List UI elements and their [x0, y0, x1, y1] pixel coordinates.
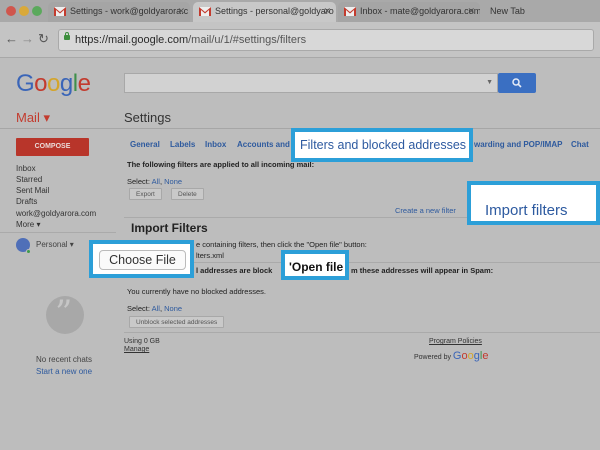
start-new-chat-link[interactable]: Start a new one [36, 367, 92, 376]
sidebar-item-drafts[interactable]: Drafts [16, 197, 37, 206]
tab-title: New Tab [490, 6, 525, 16]
tab-filters-and-blocked-addresses[interactable]: Filters and blocked addresses [291, 128, 473, 162]
gmail-icon [54, 7, 66, 16]
choose-file-button[interactable]: Choose File [99, 250, 186, 270]
select-none-link[interactable]: None [164, 177, 182, 186]
manage-storage-link[interactable]: Manage [124, 346, 149, 353]
hangouts-icon [46, 293, 84, 334]
open-file-callout: 'Open file [281, 250, 349, 280]
search-button[interactable] [498, 73, 536, 93]
forward-arrow-icon[interactable]: → [21, 31, 34, 46]
lock-icon [64, 32, 70, 40]
blocked-text-right: m these addresses will appear in Spam: [351, 266, 494, 275]
browser-tab-work[interactable]: Settings - work@goldyarora.c ✕ [48, 2, 190, 22]
google-logo-small: Google [452, 350, 489, 362]
tab-forwarding[interactable]: warding and POP/IMAP [474, 140, 562, 149]
no-blocked-text: You currently have no blocked addresses. [127, 287, 266, 296]
blocked-select-row: Select: All, None [127, 304, 183, 313]
minimize-window-button[interactable] [19, 6, 29, 16]
filters-applied-text: The following filters are applied to all… [127, 160, 315, 169]
compose-button[interactable]: COMPOSE [16, 138, 89, 156]
gmail-icon [199, 7, 211, 16]
tab-accounts[interactable]: Accounts and [237, 140, 290, 149]
select-all-link[interactable]: All [152, 304, 160, 313]
import-filters-link[interactable]: Import filters [467, 181, 600, 225]
blocked-text-left: l addresses are block [196, 266, 273, 275]
tab-title: Inbox - mate@goldyarora.com [360, 6, 480, 16]
program-policies-link[interactable]: Program Policies [429, 338, 482, 345]
sidebar-item-sent[interactable]: Sent Mail [16, 186, 49, 195]
browser-tab-inbox[interactable]: Inbox - mate@goldyarora.com ✕ [338, 2, 480, 22]
unblock-button[interactable]: Unblock selected addresses [129, 316, 225, 328]
search-icon [512, 78, 522, 88]
export-button[interactable]: Export [129, 188, 162, 200]
maximize-window-button[interactable] [32, 6, 42, 16]
storage-usage: Using 0 GB [124, 338, 160, 345]
close-tab-icon[interactable]: ✕ [323, 6, 331, 17]
choose-file-callout: Choose File [89, 240, 194, 278]
tab-general[interactable]: General [130, 140, 160, 149]
powered-by-google: Powered by Google [414, 350, 489, 362]
back-arrow-icon[interactable]: ← [5, 31, 18, 46]
page-title: Settings [124, 110, 171, 125]
tab-chat[interactable]: Chat [571, 140, 589, 149]
tab-title: Settings - personal@goldyaro [215, 6, 334, 16]
close-tab-icon[interactable]: ✕ [467, 6, 475, 17]
import-instructions: e containing filters, then click the "Op… [196, 240, 367, 249]
tab-inbox[interactable]: Inbox [205, 140, 226, 149]
browser-tab-new[interactable]: New Tab [482, 2, 542, 22]
close-tab-icon[interactable]: ✕ [177, 6, 185, 17]
sidebar-item-starred[interactable]: Starred [16, 175, 42, 184]
tab-labels[interactable]: Labels [170, 140, 195, 149]
section-divider [124, 262, 600, 263]
sidebar-item-work-label[interactable]: work@goldyarora.com [16, 209, 96, 218]
url-bar[interactable]: https://mail.google.com/mail/u/1/#settin… [58, 29, 594, 51]
section-divider [124, 332, 600, 333]
address-bar-row: ← → ↻ https://mail.google.com/mail/u/1/#… [0, 22, 600, 58]
sidebar-divider [0, 232, 116, 233]
sidebar-item-inbox[interactable]: Inbox [16, 164, 36, 173]
browser-tabstrip: Settings - work@goldyarora.c ✕ Settings … [0, 0, 600, 22]
selected-file-name: lters.xml [196, 251, 224, 260]
search-options-icon[interactable]: ▼ [486, 79, 493, 86]
create-filter-link[interactable]: Create a new filter [395, 206, 456, 215]
url-path: /mail/u/1/#settings/filters [188, 34, 307, 46]
tab-title: Settings - work@goldyarora.c [70, 6, 189, 16]
online-status-icon [26, 249, 31, 254]
google-logo[interactable]: Google [16, 70, 91, 98]
browser-tab-personal[interactable]: Settings - personal@goldyaro ✕ [193, 2, 336, 22]
gmail-icon [344, 7, 356, 16]
filters-select-row: Select: All, None [127, 177, 183, 186]
select-none-link[interactable]: None [164, 304, 182, 313]
sidebar-item-more[interactable]: More ▾ [16, 220, 40, 229]
select-all-link[interactable]: All [152, 177, 160, 186]
search-input[interactable]: ▼ [124, 73, 498, 93]
no-chats-text: No recent chats [36, 355, 93, 364]
url-host: https://mail.google.com [75, 34, 189, 46]
close-window-button[interactable] [6, 6, 16, 16]
mail-menu[interactable]: Mail ▾ [16, 110, 50, 126]
delete-button[interactable]: Delete [171, 188, 204, 200]
account-switcher[interactable]: Personal ▾ [36, 240, 74, 249]
reload-icon[interactable]: ↻ [38, 31, 49, 47]
import-filters-heading: Import Filters [131, 221, 208, 235]
